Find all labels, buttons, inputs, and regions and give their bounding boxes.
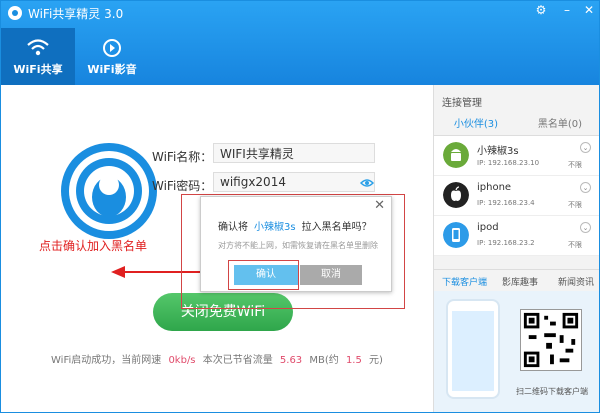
- tab-wifi-share-label: WiFi共享: [13, 63, 63, 76]
- tab-download-client[interactable]: 下载客户端: [442, 275, 487, 288]
- chevron-down-icon[interactable]: ⌄: [580, 182, 591, 193]
- chevron-down-icon[interactable]: ⌄: [580, 222, 591, 233]
- download-promo: 扫二维码下载客户端: [434, 291, 599, 412]
- device-limit: 不限: [568, 241, 582, 249]
- bottom-tabs: 下载客户端 影库趣事 新闻资讯: [434, 269, 599, 291]
- show-password-eye-icon[interactable]: [360, 176, 374, 190]
- device-limit: 不限: [568, 201, 582, 209]
- device-ip: IP: 192.168.23.2: [477, 239, 535, 247]
- tab-wifi-media-label: WiFi影音: [87, 63, 137, 76]
- tab-news[interactable]: 新闻资讯: [558, 275, 594, 288]
- status-speed: 0kb/s: [168, 355, 196, 366]
- close-icon[interactable]: ✕: [581, 3, 597, 17]
- wifi-password-input[interactable]: [213, 172, 375, 192]
- dialog-question-prefix: 确认将: [218, 222, 248, 233]
- list-item[interactable]: 小辣椒3s IP: 192.168.23.10 不限 ⌄: [434, 136, 599, 176]
- tab-blacklist[interactable]: 黑名单(0): [518, 115, 599, 135]
- ipod-icon: [443, 222, 469, 248]
- dialog-device-name: 小辣椒3s: [254, 222, 296, 233]
- dialog-subtext: 对方将不能上网，如需恢复请在黑名单里删除: [218, 241, 378, 250]
- list-item[interactable]: ipod IP: 192.168.23.2 不限 ⌄: [434, 216, 599, 256]
- promo-caption: 扫二维码下载客户端: [516, 387, 588, 396]
- annotation-text: 点击确认加入黑名单: [39, 239, 148, 253]
- device-limit: 不限: [568, 161, 582, 169]
- tab-video-fun[interactable]: 影库趣事: [502, 275, 538, 288]
- status-yuan-label: 元): [369, 355, 383, 366]
- play-icon: [103, 39, 121, 57]
- qr-code-icon: [520, 309, 582, 371]
- dialog-close-icon[interactable]: ✕: [374, 198, 385, 213]
- apple-icon: [443, 182, 469, 208]
- wifi-icon: [27, 39, 49, 56]
- wifi-share-logo-icon: [61, 143, 157, 239]
- header-bar: WiFi共享精灵 3.0 ⚙ – ✕ WiFi共享 WiFi影音: [1, 1, 599, 85]
- dialog-question: 确认将 小辣椒3s 拉入黑名单吗？: [218, 218, 372, 233]
- cancel-button[interactable]: 取消: [300, 265, 362, 285]
- app-window: WiFi共享精灵 3.0 ⚙ – ✕ WiFi共享 WiFi影音 WiFi名称：…: [0, 0, 600, 413]
- connection-panel-title: 连接管理: [442, 98, 482, 109]
- connection-panel: 连接管理 小伙伴(3) 黑名单(0) 小辣椒3s IP: 192.168.23.…: [433, 85, 599, 412]
- app-logo-icon: [8, 6, 22, 20]
- status-line: WiFi启动成功，当前网速 0kb/s 本次已节省流量 5.63 MB(约 1.…: [51, 351, 387, 366]
- status-saved-label: 本次已节省流量: [202, 355, 273, 366]
- settings-icon[interactable]: ⚙: [533, 3, 549, 17]
- wifi-name-label: WiFi名称：: [152, 150, 213, 164]
- status-yuan-value: 1.5: [345, 355, 362, 366]
- android-icon: [443, 142, 469, 168]
- confirm-highlight-frame: [228, 260, 299, 290]
- tab-friends[interactable]: 小伙伴(3): [434, 115, 518, 135]
- phone-image: [446, 299, 500, 399]
- app-title: WiFi共享精灵 3.0: [28, 7, 124, 21]
- device-ip: IP: 192.168.23.4: [477, 199, 535, 207]
- status-mb-label: MB(约: [309, 355, 339, 366]
- device-list: 小辣椒3s IP: 192.168.23.10 不限 ⌄ iphone IP: …: [434, 135, 599, 256]
- device-name: iphone: [477, 182, 512, 193]
- tab-wifi-share[interactable]: WiFi共享: [1, 28, 75, 85]
- dialog-question-suffix: 拉入黑名单吗？: [301, 222, 372, 233]
- status-saved-value: 5.63: [279, 355, 303, 366]
- tab-wifi-media[interactable]: WiFi影音: [75, 28, 149, 85]
- wifi-name-input[interactable]: [213, 143, 375, 163]
- device-name: ipod: [477, 222, 499, 233]
- device-name: 小辣椒3s: [477, 146, 519, 157]
- minimize-icon[interactable]: –: [559, 3, 575, 17]
- wifi-password-label: WiFi密码：: [152, 179, 213, 193]
- device-ip: IP: 192.168.23.10: [477, 159, 540, 167]
- chevron-down-icon[interactable]: ⌄: [580, 142, 591, 153]
- status-prefix: WiFi启动成功，当前网速: [51, 355, 162, 366]
- list-item[interactable]: iphone IP: 192.168.23.4 不限 ⌄: [434, 176, 599, 216]
